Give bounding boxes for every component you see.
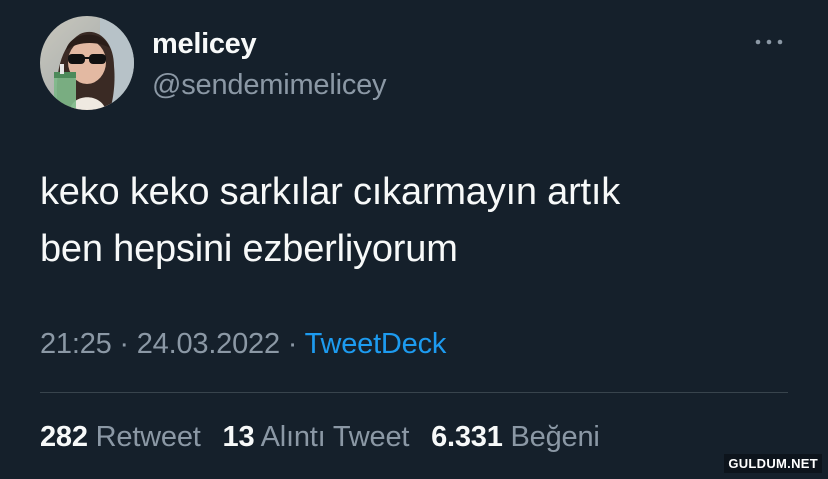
retweets-label: Retweet bbox=[95, 421, 201, 453]
tweet-text: keko keko sarkılar cıkarmayın artık ben … bbox=[40, 164, 800, 278]
tweet-text-line: keko keko sarkılar cıkarmayın artık bbox=[40, 171, 621, 213]
meta-separator: · bbox=[279, 328, 305, 360]
tweet-source-link[interactable]: TweetDeck bbox=[305, 328, 447, 360]
display-name[interactable]: melicey bbox=[152, 28, 257, 61]
tweet-meta: 21:25 · 24.03.2022 · TweetDeck bbox=[40, 328, 446, 361]
quotes-label: Alıntı Tweet bbox=[260, 421, 410, 453]
tweet-card: melicey @sendemimelicey keko keko sarkıl… bbox=[0, 0, 828, 479]
retweets-stat[interactable]: 282 Retweet bbox=[40, 421, 201, 453]
tweet-date[interactable]: 24.03.2022 bbox=[137, 328, 280, 360]
tweet-text-line: ben hepsini ezberliyorum bbox=[40, 228, 458, 270]
retweets-count: 282 bbox=[40, 421, 88, 453]
divider bbox=[40, 392, 788, 393]
tweet-stats: 282 Retweet 13 Alıntı Tweet 6.331 Beğeni bbox=[40, 421, 614, 454]
tweet-time[interactable]: 21:25 bbox=[40, 328, 112, 360]
watermark: GULDUM.NET bbox=[724, 454, 822, 473]
avatar-image bbox=[40, 16, 134, 110]
avatar[interactable] bbox=[40, 16, 134, 110]
likes-count: 6.331 bbox=[431, 421, 503, 453]
quotes-stat[interactable]: 13 Alıntı Tweet bbox=[223, 421, 410, 453]
user-handle[interactable]: @sendemimelicey bbox=[152, 69, 387, 102]
more-options-icon[interactable] bbox=[749, 30, 789, 54]
meta-separator: · bbox=[111, 328, 137, 360]
quotes-count: 13 bbox=[222, 421, 255, 453]
likes-label: Beğeni bbox=[510, 421, 600, 453]
likes-stat[interactable]: 6.331 Beğeni bbox=[431, 421, 600, 453]
